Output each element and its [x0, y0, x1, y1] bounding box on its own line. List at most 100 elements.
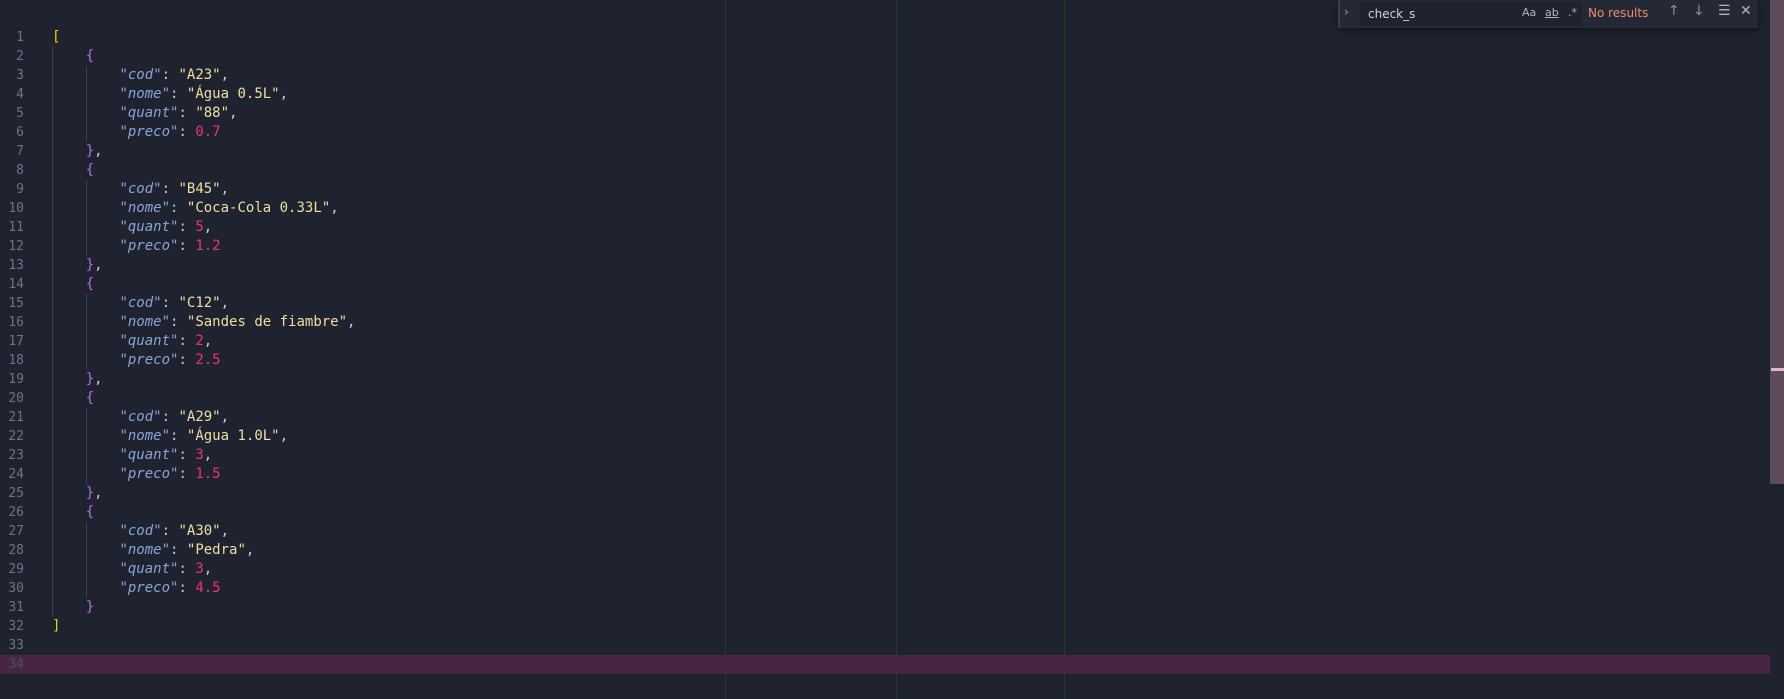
token-punc: , [94, 371, 103, 387]
token-ws [52, 447, 119, 463]
token-q: " [153, 67, 162, 83]
code-line[interactable]: 18 "preco": 2.5 [0, 351, 1770, 370]
token-key: nome [127, 86, 162, 102]
line-content: "cod": "A23", [52, 66, 229, 85]
whole-word-toggle[interactable]: ab [1545, 6, 1559, 19]
previous-match-arrow-up-icon[interactable]: ↑ [1668, 3, 1680, 19]
line-number: 2 [16, 49, 24, 64]
line-content: "nome": "Sandes de fiambre", [52, 313, 355, 332]
line-number: 9 [16, 182, 24, 197]
token-punc: : [170, 200, 187, 216]
code-line[interactable]: 1[ [0, 28, 1770, 47]
regex-toggle[interactable]: .* [1568, 6, 1577, 19]
code-line[interactable]: 16 "nome": "Sandes de fiambre", [0, 313, 1770, 332]
token-q: " [119, 181, 128, 197]
line-number: 25 [8, 486, 24, 501]
code-line[interactable]: 33 [0, 636, 1770, 655]
code-line[interactable]: 4 "nome": "Água 0.5L", [0, 85, 1770, 104]
code-line[interactable]: 21 "cod": "A29", [0, 408, 1770, 427]
token-ws [52, 105, 119, 121]
line-content: "quant": 3, [52, 560, 212, 579]
code-line[interactable]: 31 } [0, 598, 1770, 617]
code-line[interactable]: 12 "preco": 1.2 [0, 237, 1770, 256]
token-ws [52, 523, 119, 539]
line-content: }, [52, 370, 103, 389]
token-key: cod [127, 67, 154, 83]
close-icon[interactable]: ✕ [1740, 3, 1752, 19]
line-number: 19 [8, 372, 24, 387]
token-brack: ] [52, 618, 61, 634]
code-line[interactable]: 22 "nome": "Água 1.0L", [0, 427, 1770, 446]
code-line[interactable]: 8 { [0, 161, 1770, 180]
line-content: "preco": 4.5 [52, 579, 220, 598]
line-number: 33 [8, 638, 24, 653]
line-number: 13 [8, 258, 24, 273]
token-q: " [161, 428, 171, 444]
code-line[interactable]: 17 "quant": 2, [0, 332, 1770, 351]
token-ws [52, 504, 86, 520]
token-punc: : [161, 67, 179, 83]
code-editor[interactable]: 1[2 {3 "cod": "A23", 4 "nome": "Água 0.5L… [0, 0, 1770, 699]
find-in-selection-icon[interactable]: ☰ [1718, 3, 1731, 19]
code-line[interactable]: 7 }, [0, 142, 1770, 161]
code-line[interactable]: 34 [0, 655, 1770, 674]
code-line[interactable]: 5 "quant": "88", [0, 104, 1770, 123]
token-brace: } [85, 257, 95, 273]
code-line[interactable]: 13 }, [0, 256, 1770, 275]
code-line[interactable]: 10 "nome": "Coca-Cola 0.33L", [0, 199, 1770, 218]
code-line[interactable]: 9 "cod": "B45", [0, 180, 1770, 199]
code-line[interactable]: 14 { [0, 275, 1770, 294]
token-punc: , [94, 485, 103, 501]
token-punc: , [94, 143, 103, 159]
token-ws [52, 428, 119, 444]
line-number: 17 [8, 334, 24, 349]
code-line[interactable]: 29 "quant": 3, [0, 560, 1770, 579]
token-punc: , [203, 447, 213, 463]
token-q: " [119, 86, 128, 102]
token-punc: : [170, 428, 187, 444]
code-line[interactable]: 25 }, [0, 484, 1770, 503]
code-line[interactable]: 32] [0, 617, 1770, 636]
token-punc: , [220, 67, 230, 83]
code-line[interactable]: 2 { [0, 47, 1770, 66]
code-line[interactable]: 28 "nome": "Pedra", [0, 541, 1770, 560]
line-content: { [52, 503, 94, 522]
token-key: preco [127, 238, 171, 254]
line-number: 7 [16, 144, 24, 159]
code-line[interactable]: 19 }, [0, 370, 1770, 389]
line-content: "nome": "Água 1.0L", [52, 427, 288, 446]
token-punc: , [94, 257, 103, 273]
line-number: 30 [8, 581, 24, 596]
line-number: 11 [8, 220, 24, 235]
token-key: cod [127, 409, 154, 425]
code-line[interactable]: 3 "cod": "A23", [0, 66, 1770, 85]
vertical-scrollbar[interactable] [1770, 0, 1784, 484]
code-line[interactable]: 11 "quant": 5, [0, 218, 1770, 237]
token-str: "A23" [178, 67, 221, 83]
token-ws [52, 143, 86, 159]
line-number: 31 [8, 600, 24, 615]
token-punc: , [347, 314, 356, 330]
code-line[interactable]: 20 { [0, 389, 1770, 408]
code-line[interactable]: 30 "preco": 4.5 [0, 579, 1770, 598]
token-punc: : [178, 219, 196, 235]
next-match-arrow-down-icon[interactable]: ↓ [1693, 3, 1705, 19]
code-line[interactable]: 23 "quant": 3, [0, 446, 1770, 465]
token-q: " [119, 523, 128, 539]
token-ws [52, 599, 86, 615]
token-ws [52, 314, 119, 330]
token-q: " [153, 409, 162, 425]
code-line[interactable]: 6 "preco": 0.7 [0, 123, 1770, 142]
line-content: "cod": "C12", [52, 294, 229, 313]
token-q: " [119, 428, 128, 444]
code-line[interactable]: 26 { [0, 503, 1770, 522]
token-punc: : [161, 523, 179, 539]
code-line[interactable]: 27 "cod": "A30", [0, 522, 1770, 541]
token-punc: , [203, 561, 213, 577]
code-line[interactable]: 24 "preco": 1.5 [0, 465, 1770, 484]
toggle-replace-chevron-icon[interactable]: › [1344, 5, 1349, 19]
token-punc: , [279, 428, 289, 444]
token-num: 2 [195, 333, 204, 349]
code-line[interactable]: 15 "cod": "C12", [0, 294, 1770, 313]
match-case-toggle[interactable]: Aa [1522, 6, 1536, 19]
